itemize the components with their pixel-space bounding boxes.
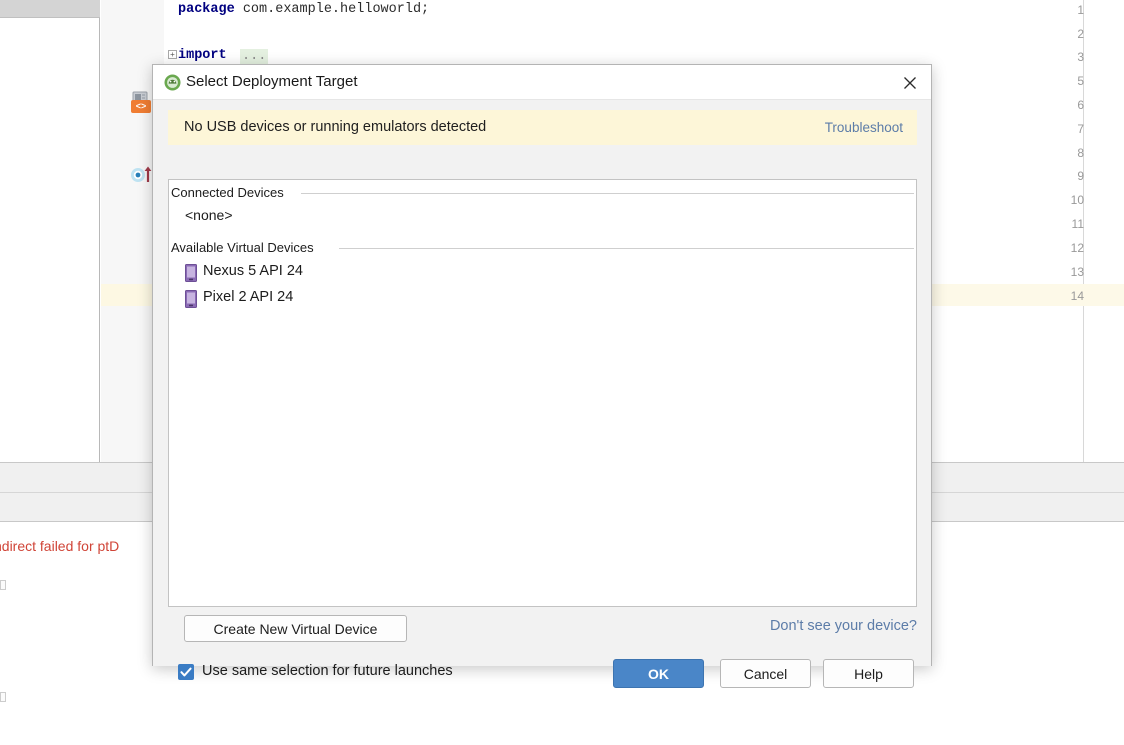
device-list-panel[interactable]: Connected Devices <none> Available Virtu… — [168, 179, 917, 607]
line-number: 8 — [1054, 147, 1084, 159]
device-name: <none> — [185, 207, 233, 223]
line-number: 12 — [1054, 242, 1084, 254]
console-gutter-marker — [0, 692, 6, 702]
line-number: 6 — [1054, 99, 1084, 111]
right-margin-guide — [1083, 0, 1084, 462]
line-number: 13 — [1054, 266, 1084, 278]
dialog-title: Select Deployment Target — [186, 73, 357, 90]
code-line-import: import — [178, 49, 227, 63]
group-label: Connected Devices — [171, 185, 290, 200]
dialog-body: No USB devices or running emulators dete… — [153, 100, 931, 666]
ok-button[interactable]: OK — [613, 659, 704, 688]
check-icon — [178, 664, 194, 680]
list-item[interactable]: Nexus 5 API 24 — [169, 261, 916, 285]
line-number: 7 — [1054, 123, 1084, 135]
list-item[interactable]: <none> — [169, 205, 916, 229]
package-name: com.example.helloworld; — [235, 2, 429, 17]
help-button[interactable]: Help — [823, 659, 914, 688]
line-number: 5 — [1054, 75, 1084, 87]
warning-banner: No USB devices or running emulators dete… — [168, 110, 917, 145]
fold-expand-icon[interactable]: + — [168, 50, 177, 59]
android-studio-icon — [164, 74, 181, 91]
line-number: 3 — [1054, 51, 1084, 63]
override-method-icon[interactable] — [130, 165, 154, 183]
troubleshoot-link[interactable]: Troubleshoot — [825, 120, 903, 135]
line-number: 14 — [1054, 290, 1084, 302]
import-fold-placeholder[interactable]: ... — [240, 49, 268, 64]
group-header-available-virtual-devices: Available Virtual Devices — [169, 240, 916, 256]
dialog-titlebar: Select Deployment Target — [153, 65, 931, 100]
cancel-button[interactable]: Cancel — [720, 659, 811, 688]
project-tool-window[interactable] — [0, 18, 100, 488]
list-item[interactable]: Pixel 2 API 24 — [169, 287, 916, 311]
group-label: Available Virtual Devices — [171, 240, 320, 255]
phone-icon — [185, 264, 197, 282]
code-badge-icon[interactable]: <> — [131, 100, 151, 113]
checkbox-label: Use same selection for future launches — [202, 663, 453, 679]
screen: 1 2 3 5 6 7 8 9 10 11 12 13 14 <> packag… — [0, 0, 1124, 745]
line-number: 10 — [1054, 194, 1084, 206]
group-divider — [301, 193, 914, 194]
warning-message: No USB devices or running emulators dete… — [184, 119, 486, 135]
dont-see-your-device-link[interactable]: Don't see your device? — [770, 618, 917, 634]
keyword-import: import — [178, 48, 227, 63]
line-number: 2 — [1054, 28, 1084, 40]
group-divider — [339, 248, 914, 249]
line-number: 9 — [1054, 170, 1084, 182]
console-error-text: ndirect failed for ptD — [0, 538, 119, 554]
group-header-connected-devices: Connected Devices — [169, 185, 916, 201]
phone-icon — [185, 290, 197, 308]
console-gutter-marker — [0, 580, 6, 590]
close-icon[interactable] — [899, 72, 921, 94]
tool-window-header — [0, 0, 100, 18]
keyword-package: package — [178, 2, 235, 17]
code-line-package: package com.example.helloworld; — [178, 3, 429, 17]
select-deployment-target-dialog: Select Deployment Target No USB devices … — [152, 64, 932, 666]
line-number: 11 — [1054, 218, 1084, 230]
device-name: Pixel 2 API 24 — [203, 289, 293, 305]
checkbox-box[interactable] — [178, 664, 194, 680]
create-new-virtual-device-button[interactable]: Create New Virtual Device — [184, 615, 407, 642]
device-name: Nexus 5 API 24 — [203, 263, 303, 279]
line-number: 1 — [1054, 4, 1084, 16]
